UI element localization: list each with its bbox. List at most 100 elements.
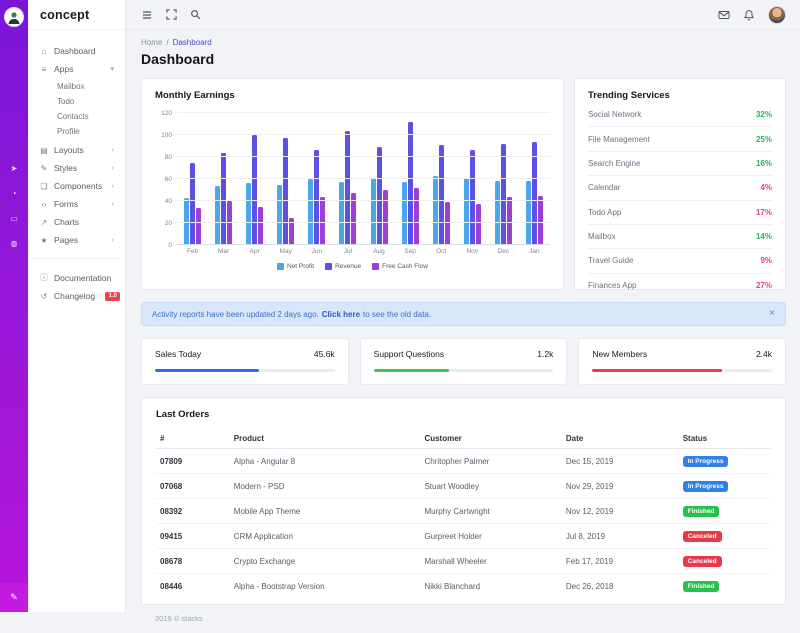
- trending-label: Travel Guide: [588, 256, 634, 265]
- gridline: [177, 178, 550, 179]
- sidebar-subitem-mailbox[interactable]: Mailbox: [57, 79, 117, 94]
- forms-icon: ‹›: [39, 200, 49, 209]
- sidebar-item-apps[interactable]: ≡Apps▾: [36, 60, 117, 78]
- sidebar-subitem-todo[interactable]: Todo: [57, 94, 117, 109]
- table-row: 07068Modern - PSDStuart WoodleyNov 29, 2…: [156, 474, 771, 499]
- sidebar-item-layouts[interactable]: ▤Layouts‹: [36, 141, 117, 159]
- sidebar-item-changelog[interactable]: ↺Changelog1.0: [36, 287, 117, 305]
- clock-icon[interactable]: ◔: [10, 190, 18, 198]
- x-tick-label: Oct: [426, 248, 457, 255]
- bar-group-nov: [457, 113, 488, 245]
- trending-item: Todo App17%: [588, 201, 772, 225]
- chart-title: Monthly Earnings: [155, 90, 550, 101]
- order-customer: Murphy Cartwright: [420, 499, 561, 524]
- bar: [495, 181, 500, 245]
- components-icon: ❑: [39, 182, 49, 191]
- sidebar-item-styles[interactable]: ✎Styles‹: [36, 159, 117, 177]
- breadcrumb-current[interactable]: Dashboard: [173, 38, 212, 47]
- send-icon[interactable]: ➤: [10, 165, 18, 173]
- sidebar-item-charts[interactable]: ↗Charts: [36, 213, 117, 231]
- alert-message: Activity reports have been updated 2 day…: [152, 310, 319, 319]
- bar: [433, 176, 438, 245]
- monthly-earnings-card: Monthly Earnings 020406080100120 FebMarA…: [141, 78, 564, 290]
- brand-logo[interactable]: concept: [28, 0, 125, 30]
- legend-item-free-cash-flow[interactable]: Free Cash Flow: [372, 263, 428, 270]
- status-badge: Finished: [683, 506, 720, 517]
- sidebar-nav-footer: ⓘDocumentation↺Changelog1.0: [28, 268, 125, 305]
- legend-label: Free Cash Flow: [382, 263, 428, 270]
- x-tick-label: Aug: [363, 248, 394, 255]
- close-icon[interactable]: ×: [769, 309, 775, 319]
- bar: [445, 202, 450, 245]
- inbox-icon[interactable]: ▭: [10, 215, 18, 223]
- status-badge: Finished: [683, 581, 720, 592]
- bell-icon[interactable]: [743, 9, 755, 21]
- sidebar-submenu-apps: MailboxTodoContactsProfile: [36, 78, 117, 141]
- sidebar-item-dashboard[interactable]: ⌂Dashboard: [36, 42, 117, 60]
- trending-services-card: Trending Services Social Network32%File …: [574, 78, 786, 290]
- bar: [227, 201, 232, 245]
- bar: [476, 204, 481, 245]
- alert-link[interactable]: Click here: [322, 310, 360, 319]
- breadcrumb-home[interactable]: Home: [141, 38, 162, 47]
- alert-suffix: to see the old data.: [363, 310, 431, 319]
- bar-group-oct: [426, 113, 457, 245]
- y-tick-label: 0: [168, 242, 172, 249]
- trending-label: File Management: [588, 135, 650, 144]
- sidebar-item-forms[interactable]: ‹›Forms‹: [36, 195, 117, 213]
- sidebar-subitem-profile[interactable]: Profile: [57, 124, 117, 139]
- sidebar-item-pages[interactable]: ★Pages‹: [36, 231, 117, 249]
- user-avatar[interactable]: [768, 6, 786, 24]
- legend-item-revenue[interactable]: Revenue: [325, 263, 361, 270]
- order-date: Feb 17, 2019: [562, 549, 679, 574]
- order-customer: Stuart Woodley: [420, 474, 561, 499]
- breadcrumb-separator: /: [166, 38, 168, 47]
- bar: [320, 197, 325, 245]
- bar-chart: 020406080100120 FebMarAprMayJunJulAugSep…: [155, 113, 550, 270]
- stats-row: Sales Today45.6kSupport Questions1.2kNew…: [141, 338, 786, 385]
- documentation-icon: ⓘ: [39, 272, 49, 283]
- y-tick-label: 60: [165, 176, 172, 183]
- bar-group-aug: [363, 113, 394, 245]
- bar-group-jul: [332, 113, 363, 245]
- bar: [258, 207, 263, 246]
- stat-card-support-questions: Support Questions1.2k: [360, 338, 568, 385]
- trending-value: 32%: [756, 110, 772, 119]
- chat-icon[interactable]: ◍: [10, 240, 18, 248]
- trending-label: Search Engine: [588, 159, 640, 168]
- trending-item: Social Network32%: [588, 103, 772, 127]
- trending-item: Mailbox14%: [588, 225, 772, 249]
- bar: [246, 183, 251, 245]
- bar: [402, 182, 407, 245]
- legend-item-net-profit[interactable]: Net Profit: [277, 263, 314, 270]
- table-row: 08446Alpha - Bootstrap VersionNikki Blan…: [156, 574, 771, 599]
- order-customer: Gurpreet Holder: [420, 524, 561, 549]
- changelog-icon: ↺: [39, 292, 49, 301]
- rail-avatar[interactable]: [4, 7, 24, 27]
- sidebar-item-components[interactable]: ❑Components‹: [36, 177, 117, 195]
- sidebar-item-documentation[interactable]: ⓘDocumentation: [36, 268, 117, 287]
- search-icon[interactable]: [190, 9, 201, 20]
- trending-item: Travel Guide9%: [588, 249, 772, 273]
- x-tick-label: Jul: [332, 248, 363, 255]
- menu-toggle-icon[interactable]: [141, 9, 153, 21]
- pencil-icon: ✎: [10, 592, 18, 603]
- sidebar-subitem-contacts[interactable]: Contacts: [57, 109, 117, 124]
- bar-group-feb: [177, 113, 208, 245]
- status-badge: In Progress: [683, 456, 729, 467]
- progress-track: [374, 369, 554, 372]
- bar: [383, 190, 388, 245]
- x-tick-label: Jun: [301, 248, 332, 255]
- gridline: [177, 112, 550, 113]
- customizer-button[interactable]: ✎: [0, 583, 28, 612]
- gridline: [177, 156, 550, 157]
- fullscreen-icon[interactable]: [166, 9, 177, 20]
- order-id: 08446: [156, 574, 230, 599]
- chevron-icon: ‹: [112, 147, 114, 154]
- order-product: Mobile App Theme: [230, 499, 421, 524]
- trending-list: Social Network32%File Management25%Searc…: [588, 103, 772, 297]
- bar-group-dec: [488, 113, 519, 245]
- x-tick-label: Apr: [239, 248, 270, 255]
- order-id: 08678: [156, 549, 230, 574]
- mail-icon[interactable]: [718, 9, 730, 21]
